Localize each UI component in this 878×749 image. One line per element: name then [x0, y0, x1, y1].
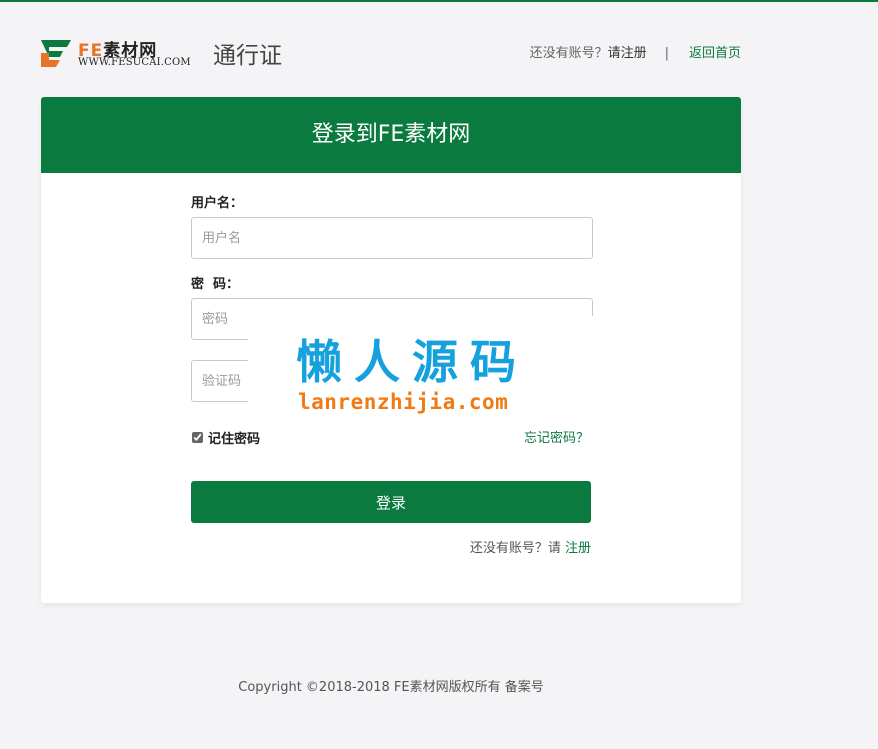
no-account-text: 还没有账号？: [529, 46, 608, 61]
username-input[interactable]: [191, 217, 593, 259]
login-button[interactable]: 登录: [191, 481, 591, 523]
watermark-en: lanrenzhijia.com: [298, 390, 509, 414]
login-card-title: 登录到FE素材网: [41, 97, 741, 173]
password-label: 密 码：: [191, 277, 240, 292]
bottom-register-link[interactable]: 注册: [565, 541, 591, 556]
remember-password-checkbox[interactable]: [192, 432, 203, 443]
site-logo[interactable]: FE素材网 WWW.FESUCAI.COM: [41, 38, 193, 70]
footer-copyright: Copyright ©2018-2018 FE素材网版权所有 备案号: [238, 680, 544, 695]
back-home-link[interactable]: 返回首页: [689, 46, 741, 61]
bottom-no-account-text: 还没有账号？请: [469, 541, 561, 556]
page-header: FE素材网 WWW.FESUCAI.COM 通行证 还没有账号？请注册 | 返回首页: [41, 30, 741, 70]
remember-password-label: 记住密码: [208, 432, 261, 447]
logo-url: WWW.FESUCAI.COM: [78, 57, 191, 68]
header-separator: |: [664, 46, 669, 61]
header-register-link[interactable]: 请注册: [608, 46, 647, 61]
header-links: 还没有账号？请注册 | 返回首页: [530, 42, 741, 61]
watermark-cn: 懒人源码: [296, 335, 528, 389]
remember-password[interactable]: 记住密码: [191, 428, 260, 447]
top-accent-line: [0, 0, 878, 2]
logo-mark-icon: [41, 40, 71, 67]
header-title: 通行证: [213, 43, 282, 69]
watermark: 懒人源码 lanrenzhijia.com: [248, 316, 596, 430]
bottom-register-prompt: 还没有账号？请 注册: [470, 537, 591, 556]
username-label: 用户名：: [191, 196, 244, 211]
